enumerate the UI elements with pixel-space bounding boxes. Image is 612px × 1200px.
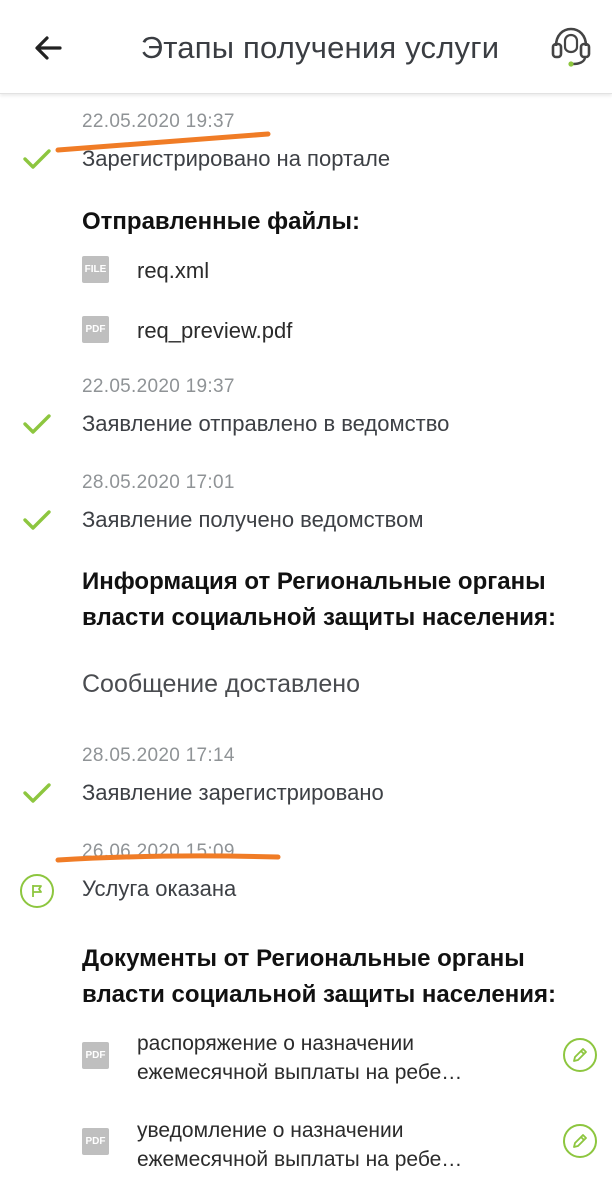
- step-status: Заявление зарегистрировано: [82, 780, 384, 805]
- pdf-icon: PDF: [82, 1128, 109, 1155]
- file-icon: FILE: [82, 256, 109, 283]
- info-heading-line1: Информация от Региональные органы: [82, 568, 546, 595]
- app-header: Этапы получения услуги: [0, 0, 612, 94]
- annotation-underline: [55, 853, 281, 863]
- file-link[interactable]: req_preview.pdf: [137, 318, 292, 344]
- document-link[interactable]: распоряжение о назначении ежемесячной вы…: [137, 1029, 517, 1087]
- step-status: Заявление получено ведомством: [82, 507, 424, 532]
- pdf-icon: PDF: [82, 1042, 109, 1069]
- step-status: Заявление отправлено в ведомство: [82, 411, 450, 436]
- file-link[interactable]: req.xml: [137, 258, 209, 284]
- sent-files-heading: Отправленные файлы:: [82, 208, 360, 235]
- document-link[interactable]: уведомление о назначении ежемесячной вып…: [137, 1116, 517, 1174]
- step-status: Услуга оказана: [82, 876, 237, 901]
- step-date: 28.05.2020 17:14: [82, 745, 235, 766]
- check-icon: [23, 414, 51, 434]
- pen-icon: [573, 1048, 587, 1062]
- pen-icon: [573, 1134, 587, 1148]
- page-title: Этапы получения услуги: [140, 30, 500, 65]
- pdf-icon: PDF: [82, 316, 109, 343]
- headset-icon: [551, 27, 591, 67]
- check-icon: [23, 783, 51, 803]
- flag-icon: [20, 874, 54, 908]
- info-heading-line2: власти социальной защиты населения:: [82, 604, 556, 631]
- step-date: 28.05.2020 17:01: [82, 472, 235, 493]
- documents-heading-line2: власти социальной защиты населения:: [82, 981, 556, 1008]
- annotation-underline: [55, 131, 271, 153]
- check-icon: [23, 149, 51, 169]
- document-title-line1: распоряжение о назначении: [137, 1032, 414, 1055]
- info-message: Сообщение доставлено: [82, 670, 360, 698]
- document-title-line1: уведомление о назначении: [137, 1119, 404, 1142]
- support-button[interactable]: [548, 22, 594, 68]
- step-date: 22.05.2020 19:37: [82, 376, 235, 397]
- check-icon: [23, 510, 51, 530]
- documents-heading-line1: Документы от Региональные органы: [82, 945, 525, 972]
- sign-button[interactable]: [563, 1124, 597, 1158]
- document-title-line2: ежемесячной выплаты на ребе…: [137, 1061, 463, 1084]
- document-title-line2: ежемесячной выплаты на ребе…: [137, 1148, 463, 1171]
- sign-button[interactable]: [563, 1038, 597, 1072]
